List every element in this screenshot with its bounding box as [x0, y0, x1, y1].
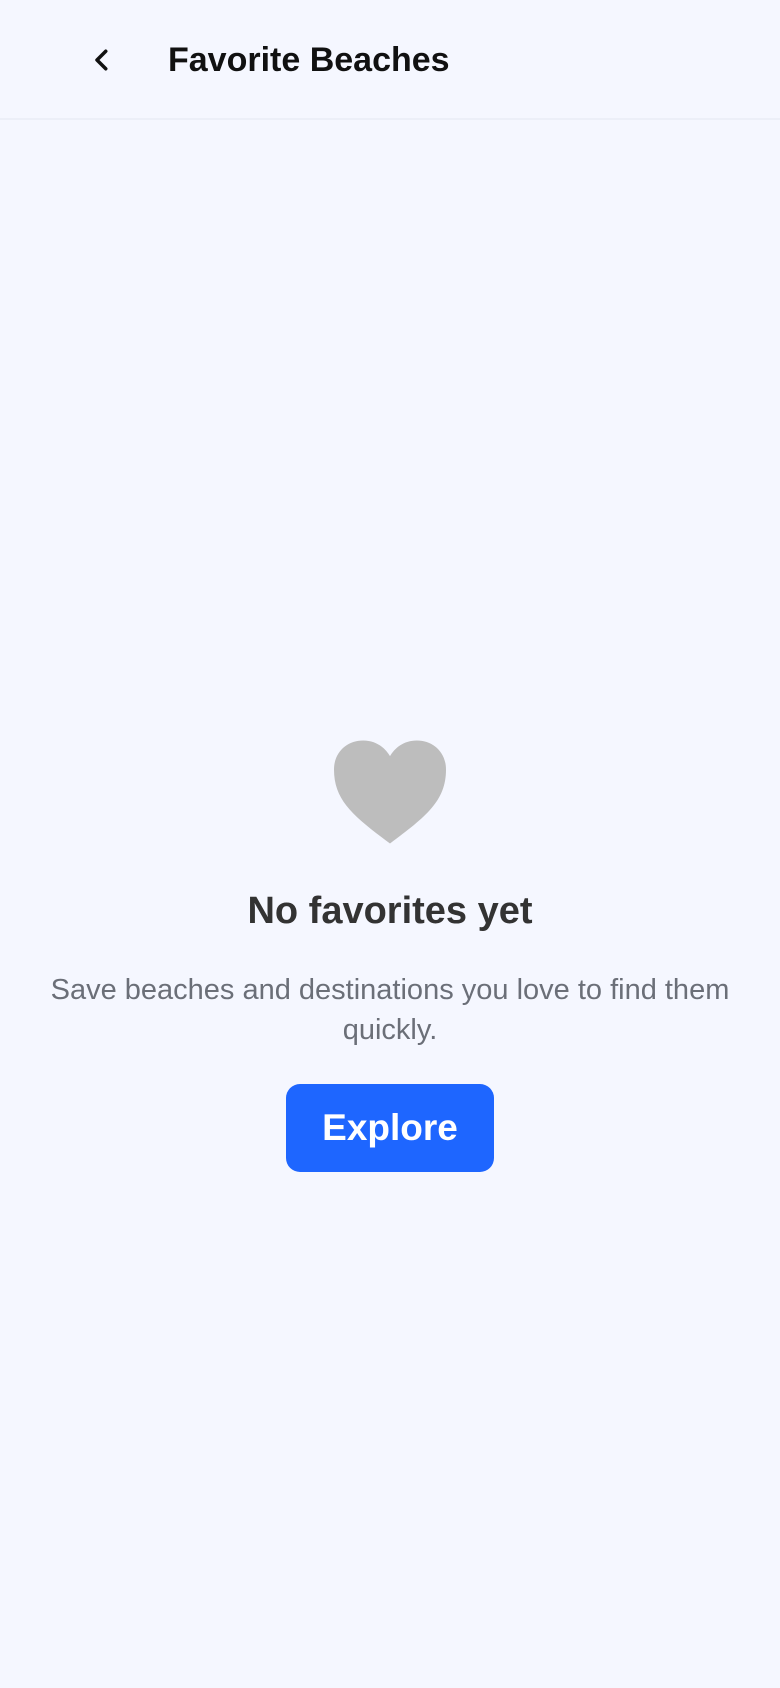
heart-icon — [334, 740, 446, 844]
page-title: Favorite Beaches — [168, 41, 450, 79]
chevron-left-icon — [95, 49, 108, 71]
back-button[interactable] — [78, 36, 126, 84]
empty-state: No favorites yet Save beaches and destin… — [0, 740, 780, 1172]
empty-state-message: Save beaches and destinations you love t… — [50, 974, 730, 1046]
app-header: Favorite Beaches — [0, 0, 780, 120]
empty-state-title: No favorites yet — [247, 890, 533, 932]
explore-button[interactable]: Explore — [286, 1084, 494, 1172]
